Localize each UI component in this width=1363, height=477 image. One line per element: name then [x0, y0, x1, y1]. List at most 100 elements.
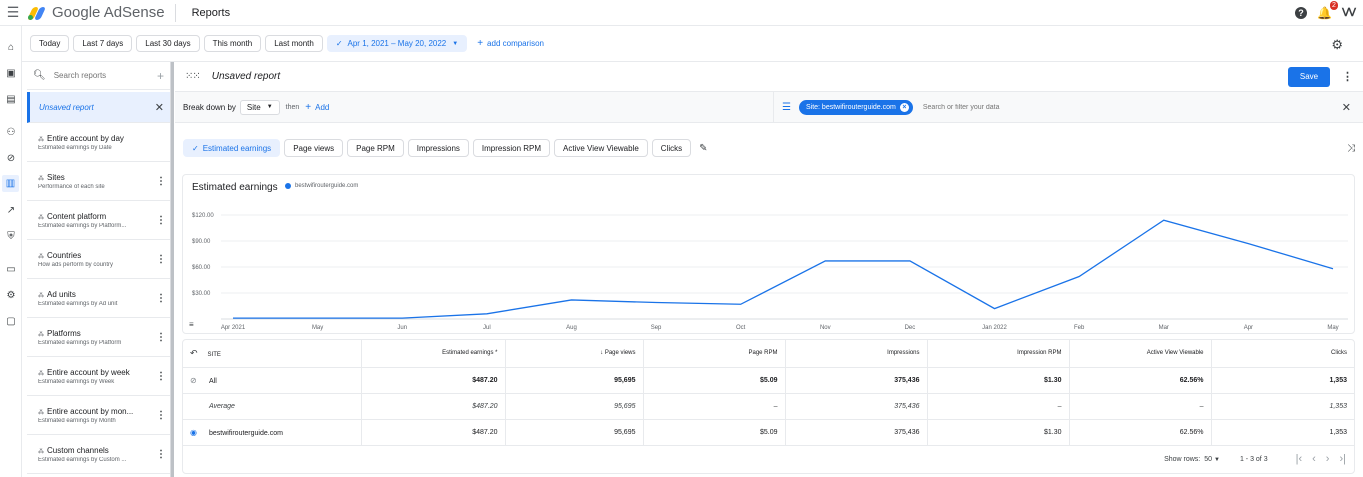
metric-chip-active-view-viewable[interactable]: Active View Viewable	[554, 139, 648, 157]
breakdown-select[interactable]: Site ▼	[239, 99, 280, 115]
more-vert-icon[interactable]: ⋮	[1342, 70, 1353, 83]
data-point[interactable]	[1329, 265, 1337, 273]
data-point[interactable]	[821, 257, 829, 265]
data-point[interactable]	[314, 314, 322, 322]
visibility-icon[interactable]: ◉	[190, 428, 202, 437]
data-point[interactable]	[1075, 273, 1083, 281]
policy-center-icon[interactable]: ⛨	[3, 229, 19, 243]
optimization-icon[interactable]: ↗	[3, 203, 19, 217]
data-point[interactable]	[229, 314, 237, 322]
data-point[interactable]	[483, 310, 491, 318]
column-header-page-views[interactable]: ↓ Page views	[505, 340, 644, 368]
report-item-ad-units[interactable]: ⁂ Ad units Estimated earnings by Ad unit ⋮	[27, 279, 170, 318]
report-item-content-platform[interactable]: ⁂ Content platform Estimated earnings by P…	[27, 201, 170, 240]
blocking-controls-icon[interactable]: ⊘	[3, 151, 19, 165]
data-point[interactable]	[398, 314, 406, 322]
metric-chip-impressions[interactable]: Impressions	[407, 139, 469, 157]
filter-icon[interactable]: ☰	[782, 102, 791, 113]
sites-icon[interactable]: ▤	[3, 92, 19, 106]
save-button[interactable]: Save	[1288, 66, 1330, 87]
data-point[interactable]	[991, 305, 999, 313]
ads-icon[interactable]: ▣	[3, 66, 19, 80]
report-item-sites[interactable]: ⁂ Sites Performance of each site ⋮	[27, 162, 170, 201]
metric-chip-estimated-earnings[interactable]: ✓ Estimated earnings	[183, 139, 281, 157]
table-row[interactable]: ◉ bestwifirouterguide.com $487.20 95,695 …	[183, 419, 1354, 446]
remove-filter-icon[interactable]: ×	[899, 103, 909, 112]
more-options-icon[interactable]: ⋮	[156, 410, 166, 421]
column-header-active-view-viewable[interactable]: Active View Viewable	[1069, 340, 1212, 368]
site-filter-chip[interactable]: Site: bestwifirouterguide.com ×	[798, 100, 913, 115]
add-comparison-button[interactable]: + add comparison	[477, 38, 544, 49]
feedback-icon[interactable]: ▢	[3, 314, 19, 328]
date-chip-this-month[interactable]: This month	[203, 35, 262, 52]
column-header-impression-rpm[interactable]: Impression RPM	[927, 340, 1070, 368]
reports-icon[interactable]: ▥	[2, 175, 19, 192]
home-icon[interactable]: ⌂	[3, 40, 19, 54]
metric-chip-impression-rpm[interactable]: Impression RPM	[472, 139, 551, 157]
privacy-messaging-icon[interactable]: ⚇	[3, 125, 19, 139]
table-row-total[interactable]: ⊘ All $487.20 95,695 $5.09 375,436 $1.30 …	[183, 367, 1354, 394]
report-item-countries[interactable]: ⁂ Countries How ads perform by country ⋮	[27, 240, 170, 279]
notifications-icon[interactable]: 🔔 2	[1317, 0, 1338, 20]
next-page-icon[interactable]: ›	[1326, 453, 1330, 465]
add-breakdown-button[interactable]: + Add	[305, 102, 329, 113]
previous-page-icon[interactable]: ‹	[1312, 453, 1316, 465]
filter-search-input[interactable]	[922, 104, 1223, 111]
date-range-picker[interactable]: ✓ Apr 1, 2021 – May 20, 2022 ▼	[326, 35, 468, 52]
edit-metrics-icon[interactable]: ✎	[699, 143, 707, 154]
column-header-site[interactable]: ↶ SITE	[183, 340, 362, 368]
data-point[interactable]	[652, 299, 660, 307]
metric-chip-clicks[interactable]: Clicks	[651, 139, 692, 157]
more-options-icon[interactable]: ⋮	[156, 215, 166, 226]
reports-panel-scrollbar[interactable]	[171, 62, 174, 477]
data-point[interactable]	[567, 296, 575, 304]
more-options-icon[interactable]: ⋮	[156, 293, 166, 304]
metric-chip-page-rpm[interactable]: Page RPM	[347, 139, 404, 157]
rows-per-page-select[interactable]: 50 ▼	[1204, 456, 1220, 463]
help-icon[interactable]: ?	[1294, 6, 1307, 19]
account-icon[interactable]: ᐯᐯ	[1342, 6, 1356, 19]
new-report-icon[interactable]: +	[157, 69, 164, 83]
adsense-logo[interactable]: Google AdSense	[26, 4, 165, 21]
data-point[interactable]	[1244, 240, 1252, 248]
report-item-custom-channels[interactable]: ⁂ Custom channels Estimated earnings by Cu…	[27, 435, 170, 474]
menu-icon[interactable]: ☰	[4, 4, 22, 21]
first-page-icon[interactable]: |‹	[1296, 453, 1303, 465]
undo-icon[interactable]: ↶	[190, 348, 198, 358]
more-options-icon[interactable]: ⋮	[156, 449, 166, 460]
x-tick-label: Jun	[397, 325, 407, 331]
date-chip-today[interactable]: Today	[30, 35, 70, 52]
column-header-clicks[interactable]: Clicks	[1211, 340, 1354, 368]
more-options-icon[interactable]: ⋮	[156, 371, 166, 382]
settings-nav-icon[interactable]: ⚙	[3, 288, 19, 302]
data-point[interactable]	[906, 257, 914, 265]
last-page-icon[interactable]: ›|	[1339, 453, 1346, 465]
more-options-icon[interactable]: ⋮	[156, 332, 166, 343]
more-options-icon[interactable]: ⋮	[156, 254, 166, 265]
metric-chip-page-views[interactable]: Page views	[284, 139, 344, 157]
report-item-entire-account-by-day[interactable]: ⁂ Entire account by day Estimated earnings…	[27, 123, 170, 162]
search-reports-input[interactable]	[53, 71, 144, 80]
payments-icon[interactable]: ▭	[3, 262, 19, 276]
date-chip-last-month[interactable]: Last month	[265, 35, 323, 52]
date-chip-last-7-days[interactable]: Last 7 days	[73, 35, 133, 52]
date-chip-last-30-days[interactable]: Last 30 days	[136, 35, 200, 52]
report-item-entire-account-by-month[interactable]: ⁂ Entire account by mon... Estimated earni…	[27, 396, 170, 435]
report-item-unsaved[interactable]: Unsaved report ✕	[27, 92, 170, 123]
data-point[interactable]	[1160, 216, 1168, 224]
column-header-estimated-earnings[interactable]: Estimated earnings *	[361, 340, 506, 368]
report-settings-icon[interactable]: ⚙	[1331, 37, 1343, 53]
series-line[interactable]	[233, 219, 1334, 319]
chart-type-icon[interactable]: ⤨	[1347, 143, 1355, 154]
more-options-icon[interactable]: ⋮	[156, 176, 166, 187]
visibility-off-icon[interactable]: ⊘	[190, 376, 202, 385]
report-item-platforms[interactable]: ⁂ Platforms Estimated earnings by Platform…	[27, 318, 170, 357]
data-point[interactable]	[737, 300, 745, 308]
column-header-impressions[interactable]: Impressions	[785, 340, 928, 368]
report-item-entire-account-by-week[interactable]: ⁂ Entire account by week Estimated earning…	[27, 357, 170, 396]
chart-menu-icon[interactable]: ≡	[189, 320, 194, 329]
close-icon[interactable]: ✕	[155, 101, 164, 114]
apps-grid-icon[interactable]: ⁙⁙	[185, 71, 201, 82]
column-header-page-rpm[interactable]: Page RPM	[643, 340, 786, 368]
close-icon[interactable]: ✕	[1342, 101, 1351, 114]
